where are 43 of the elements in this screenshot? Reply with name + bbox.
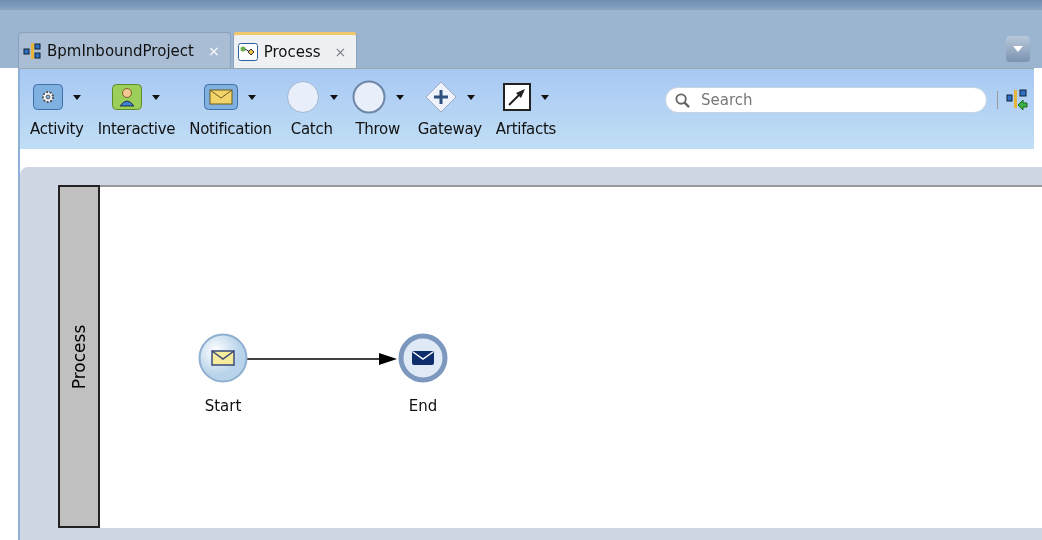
caret-icon[interactable] bbox=[248, 94, 257, 100]
editor-tab[interactable]: BpmInboundProject × bbox=[18, 32, 231, 68]
caret-icon[interactable] bbox=[152, 94, 161, 100]
close-icon[interactable]: × bbox=[334, 43, 347, 60]
tab-label: Process bbox=[263, 42, 321, 61]
palette-label: Notification bbox=[189, 120, 272, 138]
palette-item[interactable]: Artifacts bbox=[495, 80, 557, 138]
palette-label: Catch bbox=[290, 120, 333, 138]
caret-icon[interactable] bbox=[72, 94, 81, 100]
caret-icon[interactable] bbox=[395, 94, 404, 100]
caret-icon[interactable] bbox=[466, 94, 475, 100]
search-field[interactable]: Search bbox=[665, 87, 987, 113]
palette-label: Activity bbox=[30, 120, 84, 138]
person-icon bbox=[112, 84, 143, 110]
palette-label: Interactive bbox=[97, 120, 176, 138]
project-icon bbox=[23, 41, 41, 60]
envelope-icon bbox=[204, 84, 239, 110]
event-label: Start bbox=[204, 397, 242, 415]
caret-icon bbox=[1013, 46, 1023, 52]
palette-item[interactable]: Throw bbox=[351, 80, 404, 138]
caret-icon[interactable] bbox=[540, 94, 549, 100]
tab-list-button[interactable] bbox=[1006, 36, 1030, 62]
tab-label: BpmInboundProject bbox=[47, 41, 194, 60]
palette-item[interactable]: Gateway bbox=[417, 80, 482, 138]
event-label: End bbox=[408, 397, 438, 415]
diamond-plus-icon bbox=[424, 81, 457, 113]
palette-item[interactable]: Activity bbox=[30, 80, 84, 138]
palette-item[interactable]: Catch bbox=[285, 80, 338, 138]
project-arrow-icon[interactable] bbox=[1006, 89, 1028, 111]
process-icon bbox=[237, 42, 258, 61]
circle-icon bbox=[351, 80, 386, 114]
gear-icon bbox=[32, 84, 63, 110]
palette-item[interactable]: Interactive bbox=[97, 80, 176, 138]
palette-label: Gateway bbox=[417, 120, 482, 138]
circle-icon bbox=[285, 80, 320, 114]
start-event-icon[interactable] bbox=[198, 333, 248, 383]
palette-item[interactable]: Notification bbox=[189, 80, 272, 138]
palette-label: Artifacts bbox=[495, 120, 557, 138]
caret-icon[interactable] bbox=[329, 94, 338, 100]
lane-label: Process bbox=[69, 324, 89, 389]
end-event-icon[interactable] bbox=[398, 333, 448, 383]
palette-label: Throw bbox=[355, 120, 400, 138]
editor-tab[interactable]: Process × bbox=[232, 32, 358, 68]
